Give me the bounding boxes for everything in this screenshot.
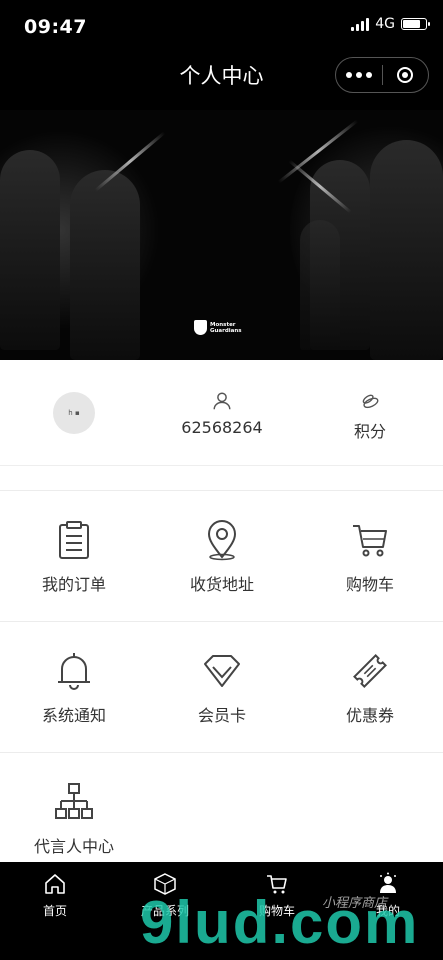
notifications-button[interactable]: 系统通知 xyxy=(0,622,148,752)
watermark-small-text: 小程序商店 xyxy=(322,896,388,911)
network-label: 4G xyxy=(375,16,395,32)
user-id: 62568264 xyxy=(181,418,263,437)
points-cell[interactable]: 积分 xyxy=(296,360,443,465)
points-label: 积分 xyxy=(353,422,386,441)
location-pin-icon xyxy=(207,520,237,561)
miniprogram-capsule xyxy=(335,57,429,93)
my-orders-button[interactable]: 我的订单 xyxy=(0,491,148,621)
more-button[interactable] xyxy=(336,58,382,92)
clipboard-icon xyxy=(59,521,89,559)
cart-button[interactable]: 购物车 xyxy=(296,491,443,621)
top-bar: 09:47 4G 个人中心 xyxy=(0,0,443,110)
coupons-label: 优惠券 xyxy=(345,706,394,725)
address-button[interactable]: 收货地址 xyxy=(148,491,296,621)
avatar[interactable]: h ▪ xyxy=(53,392,95,434)
tab-home[interactable]: 首页 xyxy=(0,872,110,919)
status-indicators: 4G xyxy=(351,16,430,32)
org-chart-icon xyxy=(55,783,93,819)
ambassador-center-label: 代言人中心 xyxy=(33,837,114,856)
member-card-label: 会员卡 xyxy=(197,706,246,725)
user-id-cell[interactable]: 62568264 xyxy=(148,360,296,465)
brand-logo: Monster Guardians xyxy=(194,320,242,335)
member-card-button[interactable]: 会员卡 xyxy=(148,622,296,752)
tab-home-label: 首页 xyxy=(42,904,67,918)
brand-banner[interactable]: Monster Guardians xyxy=(0,110,443,360)
notifications-label: 系统通知 xyxy=(41,706,106,725)
coins-icon xyxy=(362,394,379,409)
close-miniprogram-button[interactable] xyxy=(383,58,429,92)
shield-icon xyxy=(194,320,207,335)
menu-row-2: 系统通知 会员卡 优惠券 xyxy=(0,622,443,753)
menu-grid: 我的订单 收货地址 购物车 系统通知 会员卡 优惠券 代言人中心 xyxy=(0,491,443,863)
ambassador-center-button[interactable]: 代言人中心 xyxy=(0,753,148,863)
address-label: 收货地址 xyxy=(189,575,254,594)
profile-row: h ▪ 62568264 积分 xyxy=(0,360,443,465)
my-orders-label: 我的订单 xyxy=(41,575,106,594)
avatar-cell[interactable]: h ▪ xyxy=(0,360,148,465)
coupons-button[interactable]: 优惠券 xyxy=(296,622,443,752)
divider-strip xyxy=(0,465,443,491)
battery-icon xyxy=(401,18,430,30)
diamond-icon xyxy=(204,655,240,687)
home-icon xyxy=(45,874,65,894)
user-icon xyxy=(213,392,231,410)
menu-row-3: 代言人中心 xyxy=(0,753,443,863)
cart-label: 购物车 xyxy=(345,575,394,594)
target-icon xyxy=(397,67,414,83)
more-dots-icon xyxy=(345,72,372,78)
logo-text-line2: Guardians xyxy=(210,327,242,334)
bell-icon xyxy=(58,653,90,690)
menu-row-1: 我的订单 收货地址 购物车 xyxy=(0,491,443,622)
status-time: 09:47 xyxy=(24,16,87,38)
cart-icon xyxy=(353,525,387,557)
ticket-icon xyxy=(353,654,387,688)
signal-icon xyxy=(351,17,370,31)
